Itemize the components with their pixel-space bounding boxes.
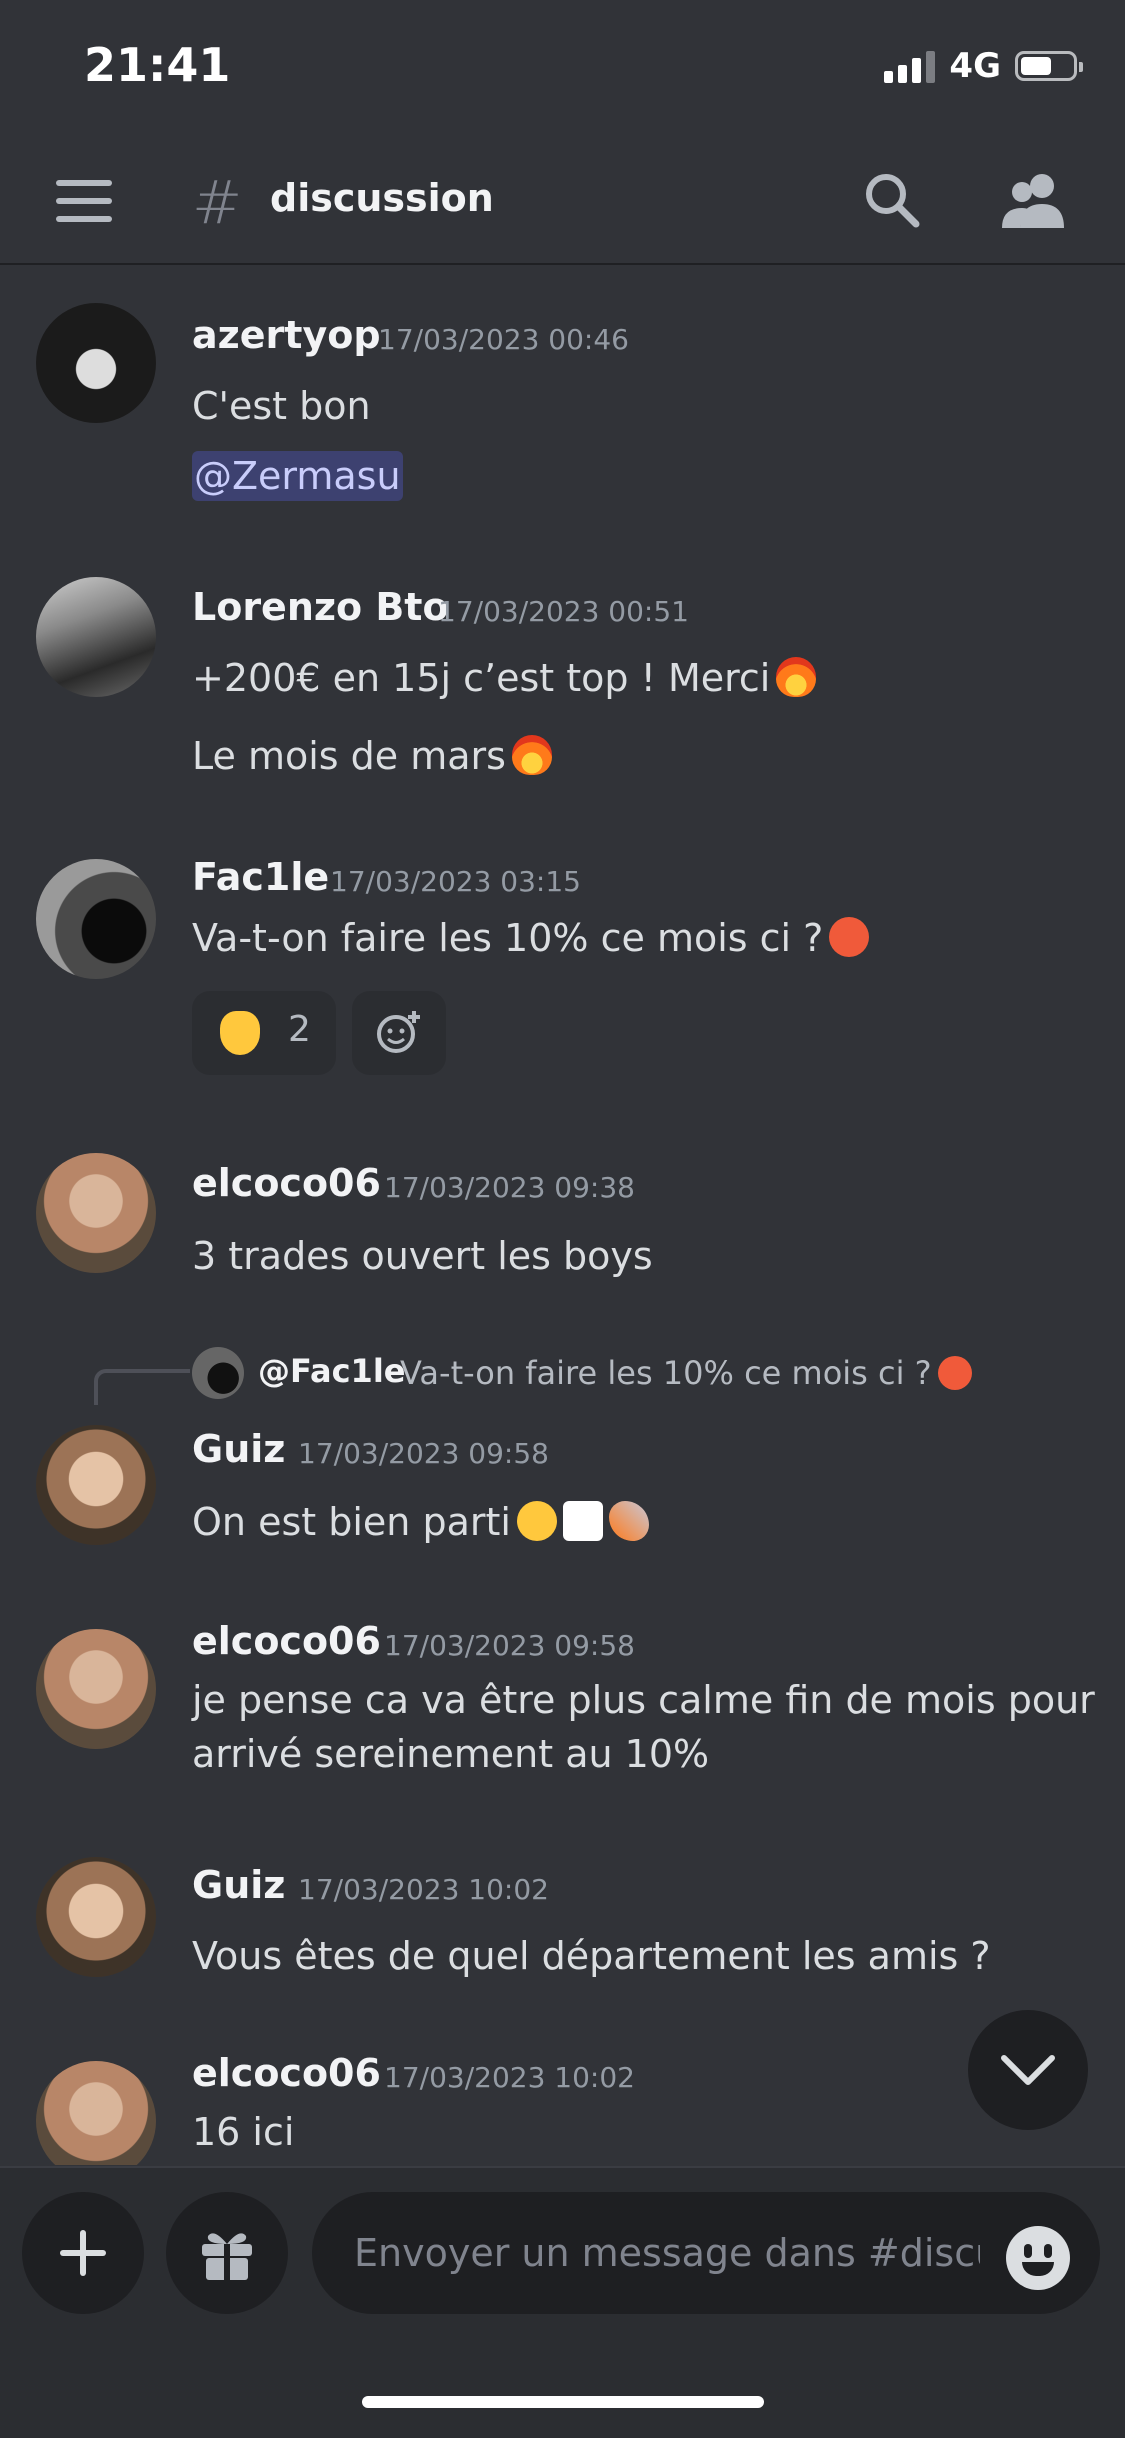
message-text: Le mois de mars xyxy=(192,729,552,783)
user-mention[interactable]: @Zermasu xyxy=(192,451,403,501)
message-text: Va-t-on faire les 10% ce mois ci ? xyxy=(192,911,870,965)
home-indicator xyxy=(362,2396,764,2408)
menu-icon[interactable] xyxy=(56,180,112,222)
message-line: Le mois de mars xyxy=(192,734,506,778)
signal-icon xyxy=(884,49,936,83)
gift-icon xyxy=(202,2233,252,2280)
gift-button[interactable] xyxy=(166,2192,288,2314)
hash-icon: # xyxy=(192,168,243,238)
status-bar: 21:41 4G xyxy=(0,0,1125,140)
reply-line: Va-t-on faire les 10% ce mois ci ? xyxy=(400,1354,932,1392)
message-text: je pense ca va être plus calme fin de mo… xyxy=(192,1678,1095,1722)
message-author[interactable]: elcoco06 xyxy=(192,2051,381,2095)
avatar[interactable] xyxy=(36,1425,156,1545)
message-text: On est bien parti xyxy=(192,1495,649,1549)
battery-icon xyxy=(1015,51,1083,81)
search-icon[interactable] xyxy=(862,170,922,230)
message-text: +200€ en 15j c’est top ! Merci xyxy=(192,651,817,705)
avatar[interactable] xyxy=(36,303,156,423)
message-text: C'est bon xyxy=(192,384,371,428)
message-author[interactable]: Fac1le xyxy=(192,855,329,899)
message-composer xyxy=(0,2166,1125,2438)
message-text: 16 ici xyxy=(192,2110,295,2154)
message-input[interactable] xyxy=(312,2192,1100,2314)
avatar[interactable] xyxy=(36,1629,156,1749)
chart-increasing-emoji-icon xyxy=(562,1501,603,1541)
message-line: Va-t-on faire les 10% ce mois ci ? xyxy=(192,916,824,960)
status-time: 21:41 xyxy=(84,38,231,92)
scroll-to-bottom-button[interactable] xyxy=(968,2010,1088,2130)
avatar[interactable] xyxy=(36,1857,156,1977)
channel-title: discussion xyxy=(270,176,494,220)
rocket-emoji-icon xyxy=(608,1501,649,1541)
message-author[interactable]: Guiz xyxy=(192,1863,285,1907)
message-timestamp: 17/03/2023 09:38 xyxy=(384,1171,635,1204)
reply-text[interactable]: Va-t-on faire les 10% ce mois ci ? xyxy=(400,1354,972,1392)
reply-avatar xyxy=(192,1347,244,1399)
add-attachment-button[interactable] xyxy=(22,2192,144,2314)
message-timestamp: 17/03/2023 09:58 xyxy=(298,1437,549,1470)
message-author[interactable]: Guiz xyxy=(192,1427,285,1471)
channel-header: # discussion xyxy=(0,140,1125,265)
message-timestamp: 17/03/2023 00:51 xyxy=(438,595,689,628)
winking-face-emoji-icon xyxy=(516,1501,557,1541)
chevron-down-icon xyxy=(1001,2055,1055,2085)
reply-author[interactable]: @Fac1le xyxy=(258,1352,405,1390)
emoji-picker-icon[interactable] xyxy=(1006,2226,1070,2290)
message-author[interactable]: azertyop xyxy=(192,313,381,357)
hot-face-emoji-icon xyxy=(937,1356,972,1390)
message-timestamp: 17/03/2023 10:02 xyxy=(298,1873,549,1906)
add-reaction-button[interactable] xyxy=(352,991,446,1075)
message-line: On est bien parti xyxy=(192,1500,511,1544)
message-timestamp: 17/03/2023 00:46 xyxy=(378,323,629,356)
members-icon[interactable] xyxy=(1000,168,1070,234)
message-list[interactable]: azertyop 17/03/2023 00:46 C'est bon @Zer… xyxy=(0,267,1125,2165)
message-text: arrivé sereinement au 10% xyxy=(192,1732,710,1776)
fire-emoji-icon xyxy=(511,735,552,775)
avatar[interactable] xyxy=(36,859,156,979)
crossed-fingers-emoji-icon xyxy=(220,1011,260,1055)
avatar[interactable] xyxy=(36,2061,156,2165)
avatar[interactable] xyxy=(36,1153,156,1273)
reaction-count: 2 xyxy=(288,1009,311,1050)
message-text: 3 trades ouvert les boys xyxy=(192,1234,653,1278)
status-indicators: 4G xyxy=(884,46,1083,86)
message-author[interactable]: Lorenzo Bto xyxy=(192,585,449,629)
message-timestamp: 17/03/2023 09:58 xyxy=(384,1629,635,1662)
add-reaction-icon xyxy=(377,1011,420,1053)
message-timestamp: 17/03/2023 03:15 xyxy=(330,865,581,898)
message-text: Vous êtes de quel département les amis ? xyxy=(192,1934,991,1978)
message-line: +200€ en 15j c’est top ! Merci xyxy=(192,656,771,700)
message-author[interactable]: elcoco06 xyxy=(192,1619,381,1663)
avatar[interactable] xyxy=(36,577,156,697)
message-author[interactable]: elcoco06 xyxy=(192,1161,381,1205)
network-type: 4G xyxy=(949,46,1001,86)
reaction-crossed-fingers[interactable]: 2 xyxy=(192,991,336,1075)
message-timestamp: 17/03/2023 10:02 xyxy=(384,2061,635,2094)
reply-connector xyxy=(94,1369,190,1405)
hot-face-emoji-icon xyxy=(829,917,870,957)
fire-emoji-icon xyxy=(776,657,817,697)
